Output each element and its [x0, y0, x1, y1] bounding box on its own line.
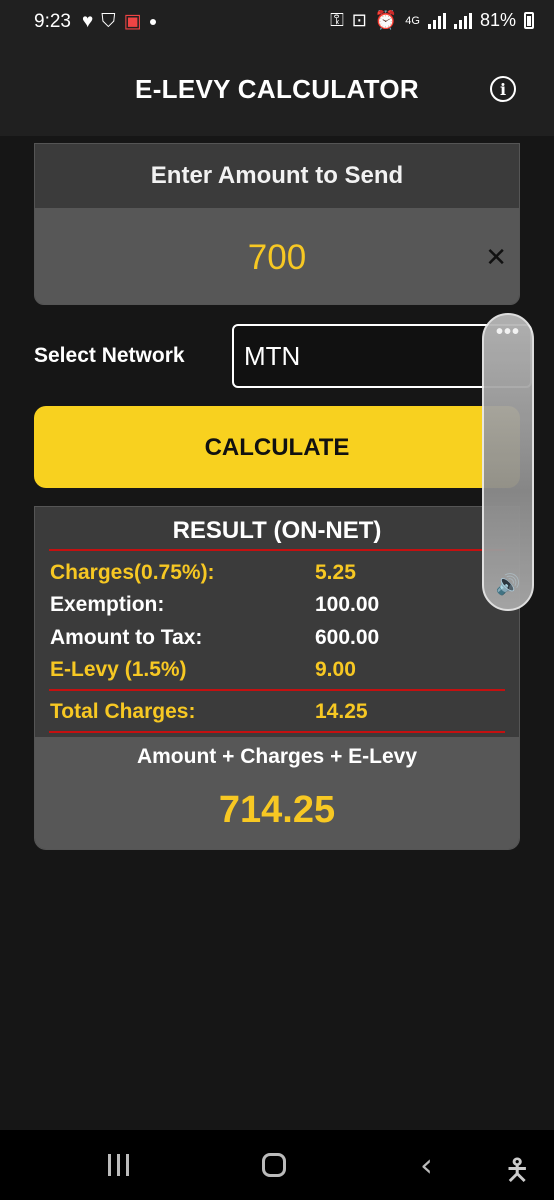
row-value: 100.00: [315, 593, 380, 616]
gift-icon: ▣: [123, 11, 142, 32]
speaker-icon[interactable]: 🔊: [484, 572, 532, 597]
amount-label: Enter Amount to Send: [150, 162, 404, 189]
battery-icon: [524, 12, 534, 29]
screen: 9:23 ♥ ⛉ ▣ ⚿ ⊡ ⏰ 4G 81% E-LEVY CALCULATO…: [0, 0, 554, 1200]
row-label: Exemption:: [50, 593, 165, 616]
alarm-icon: ⏰: [374, 10, 398, 30]
result-card: RESULT (ON-NET) Charges(0.75%): 5.25 Exe…: [34, 506, 520, 850]
heart-icon: ♥: [82, 10, 94, 32]
total-label: Total Charges:: [50, 700, 196, 723]
battery-level: 81%: [479, 10, 516, 30]
back-icon[interactable]: ‹: [420, 1146, 433, 1184]
signal-icon: [427, 12, 446, 29]
home-icon[interactable]: [262, 1153, 286, 1177]
system-icons: ⚿ ⊡ ⏰ 4G 81%: [330, 10, 534, 31]
row-value: 5.25: [315, 561, 356, 584]
app-bar: E-LEVY CALCULATOR i: [0, 44, 554, 136]
info-icon[interactable]: i: [490, 76, 516, 102]
key-icon: ⚿: [330, 10, 344, 30]
result-divider-top: [49, 549, 505, 551]
row-label: Charges(0.75%):: [50, 561, 215, 584]
result-title: RESULT (ON-NET): [172, 517, 382, 544]
clear-icon[interactable]: ✕: [485, 242, 507, 272]
row-label: E-Levy (1.5%): [50, 658, 187, 681]
status-time: 9:23: [34, 11, 71, 32]
row-value: 9.00: [315, 658, 356, 681]
network-label: Select Network: [34, 344, 185, 367]
network-type-icon: 4G: [405, 14, 420, 27]
result-divider-bottom: [49, 731, 505, 733]
amount-input[interactable]: 700: [35, 208, 519, 304]
status-bar: 9:23 ♥ ⛉ ▣ ⚿ ⊡ ⏰ 4G 81%: [0, 0, 554, 44]
total-value: 14.25: [315, 700, 368, 723]
more-options-icon[interactable]: •••: [484, 321, 532, 344]
recents-icon[interactable]: [108, 1154, 129, 1176]
volume-panel[interactable]: ••• 🔊: [482, 313, 534, 611]
accessibility-icon[interactable]: 🯅: [504, 1148, 530, 1199]
shield-icon: ⛉: [101, 10, 116, 32]
app-title: E-LEVY CALCULATOR: [135, 74, 419, 104]
grand-total-caption: Amount + Charges + E-Levy: [136, 745, 418, 768]
notification-icons: ♥ ⛉ ▣: [82, 10, 156, 33]
row-label: Amount to Tax:: [50, 626, 203, 649]
grand-total-value: 714.25: [218, 789, 336, 831]
lock-icon: ⊡: [351, 10, 367, 30]
result-divider-middle: [49, 689, 505, 691]
navigation-bar: ‹ 🯅: [0, 1130, 554, 1200]
more-notifications-icon: [149, 18, 156, 25]
amount-input-wrap: 700 ✕: [35, 208, 519, 304]
calculate-button[interactable]: CALCULATE: [34, 406, 520, 488]
row-value: 600.00: [315, 626, 380, 649]
signal-icon-2: [453, 12, 472, 29]
amount-card: Enter Amount to Send 700 ✕: [34, 143, 520, 305]
grand-total-panel: Amount + Charges + E-Levy 714.25: [35, 737, 519, 849]
